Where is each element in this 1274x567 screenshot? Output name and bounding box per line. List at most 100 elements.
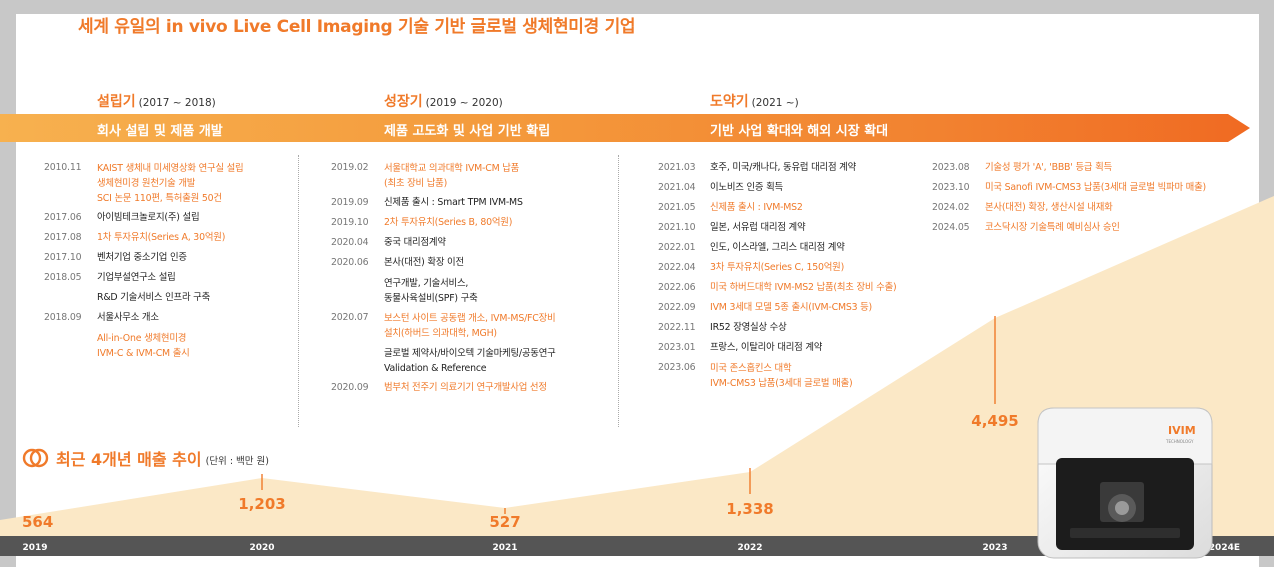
event-line: 신제품 출시 : Smart TPM IVM-MS [384,197,523,208]
event-text: IVM 3세대 모델 5종 출시(IVM-CMS3 등) [710,298,872,318]
event-text: All-in-One 생체현미경 IVM-C & IVM-CM 출시 [97,328,190,363]
event-date: 2018.09 [44,312,82,323]
event-text: R&D 기술서비스 인프라 구축 [97,288,210,308]
ivm-microscope-device-icon: IVIM TECHNOLOGY [1037,407,1213,559]
timeline-event: 2022.06 미국 하버드대학 IVM-MS2 납품(최초 장비 수출) [658,278,897,298]
event-text: 미국 존스홉킨스 대학 IVM-CMS3 납품(3세대 글로벌 매출) [710,358,853,393]
timeline-event: 2010.11 KAIST 생체내 미세영상화 연구실 설립 생체현미경 원천기술 … [44,158,244,208]
timeline-event: 2018.05 기업부설연구소 설립 [44,268,244,288]
timeline-column-3: 2021.03 호주, 미국/캐나다, 동유럽 대리점 계약 2021.04 이노비즈… [658,158,897,393]
event-text: 본사(대전) 확장 이전 [384,253,464,273]
event-text: 글로벌 제약사/바이오텍 기술마케팅/공동연구 Validation & Refe… [384,343,556,378]
timeline-event: 2021.04 이노비즈 인증 획득 [658,178,896,198]
event-text: 서울사무소 개소 [97,308,159,328]
timeline-event: 2024.05 코스닥시장 기술특례 예비심사 승인 [932,218,1206,238]
timeline-event: R&D 기술서비스 인프라 구축 [44,288,244,308]
event-date: 2023.06 [658,362,696,373]
event-line: 미국 존스홉킨스 대학 [710,363,792,374]
event-date [44,328,97,363]
event-line: 생체현미경 원천기술 개발 [97,178,196,189]
event-line: 기술성 평가 'A', 'BBB' 등급 획득 [985,162,1112,173]
band-text-founding: 회사 설립 및 제품 개발 [97,124,223,139]
event-text: 호주, 미국/캐나다, 동유럽 대리점 계약 [710,158,856,178]
event-line: 미국 Sanofi IVM-CMS3 납품(3세대 글로벌 빅파마 매출) [985,182,1206,193]
timeline-event: 2017.10 벤처기업 중소기업 인증 [44,248,244,268]
event-line: 코스닥시장 기술특례 예비심사 승인 [985,222,1120,233]
event-line: (최초 장비 납품) [384,178,448,189]
event-text: 신제품 출시 : IVM-MS2 [710,198,803,218]
phase-title-growth: 성장기 (2019 ~ 2020) [384,94,503,110]
event-date: 2019.09 [331,197,369,208]
sales-unit-text: (단위 : 백만 원) [205,455,269,467]
event-date: 2020.04 [331,237,369,248]
value-label: 1,203 [238,495,285,513]
value-label: 564 [22,513,53,531]
event-line: R&D 기술서비스 인프라 구축 [97,292,211,303]
event-date: 2022.04 [658,262,696,273]
event-date: 2024.02 [932,202,970,213]
timeline-event: 2017.08 1차 투자유치(Series A, 30억원) [44,228,244,248]
event-line: 일본, 서유럽 대리점 계약 [710,222,806,233]
event-date: 2022.09 [658,302,696,313]
event-text: 벤처기업 중소기업 인증 [97,248,187,268]
sales-title-text: 최근 4개년 매출 추이 [56,450,202,469]
event-text: 이노비즈 인증 획득 [710,178,783,198]
event-text: 아이빔테크놀로지(주) 설립 [97,208,200,228]
x-axis-year-label: 2023 [982,543,1007,553]
event-text: 서울대학교 의과대학 IVM-CM 납품 (최초 장비 납품) [384,158,519,193]
event-line: 동물사육설비(SPF) 구축 [384,293,478,304]
event-text: IR52 장영실상 수상 [710,318,787,338]
timeline-column-2: 2019.02 서울대학교 의과대학 IVM-CM 납품 (최초 장비 납품) 201… [331,158,556,398]
event-date: 2021.04 [658,182,696,193]
event-text: 미국 하버드대학 IVM-MS2 납품(최초 장비 수출) [710,278,897,298]
event-text: 프랑스, 이탈리아 대리점 계약 [710,338,822,358]
phase-title-leap: 도약기 (2021 ~) [710,94,799,110]
timeline-event: 2022.01 인도, 이스라엘, 그리스 대리점 계약 [658,238,896,258]
event-text: 기업부설연구소 설립 [97,268,176,288]
event-line: KAIST 생체내 미세영상화 연구실 설립 [97,163,244,174]
double-ring-icon [22,448,49,468]
event-line: 미국 하버드대학 IVM-MS2 납품(최초 장비 수출) [710,282,897,293]
value-label: 1,338 [726,500,773,518]
timeline-event: 2024.02 본사(대전) 확장, 생산시설 내재화 [932,198,1206,218]
column-divider [618,155,619,427]
event-date: 2023.08 [932,162,970,173]
band-text-leap: 기반 사업 확대와 해외 시장 확대 [710,124,889,139]
event-date: 2022.06 [658,282,696,293]
timeline-event: 2017.06 아이빔테크놀로지(주) 설립 [44,208,244,228]
event-line: 본사(대전) 확장 이전 [384,257,464,268]
event-date: 2024.05 [932,222,970,233]
event-date: 2018.05 [44,272,82,283]
event-line: 중국 대리점계약 [384,237,446,248]
value-label: 4,495 [971,412,1018,430]
event-line: IVM-CMS3 납품(3세대 글로벌 매출) [710,378,853,389]
event-line: 서울사무소 개소 [97,312,159,323]
event-date: 2022.01 [658,242,696,253]
event-date: 2021.10 [658,222,696,233]
event-date: 2023.10 [932,182,970,193]
timeline-event: 2022.09 IVM 3세대 모델 5종 출시(IVM-CMS3 등) [658,298,896,318]
event-text: 연구개발, 기술서비스, 동물사육설비(SPF) 구축 [384,273,478,308]
event-text: KAIST 생체내 미세영상화 연구실 설립 생체현미경 원천기술 개발 SCI 논… [97,158,244,208]
event-text: 중국 대리점계약 [384,233,446,253]
event-date: 2022.11 [658,322,696,333]
device-logo-text: IVIM [1168,424,1196,437]
event-date: 2017.10 [44,252,82,263]
event-line: All-in-One 생체현미경 [97,333,187,344]
event-date [44,288,97,308]
x-axis-year-label: 2019 [22,543,47,553]
event-line: 신제품 출시 : IVM-MS2 [710,202,803,213]
value-label: 527 [489,513,520,531]
x-axis-year-label: 2022 [737,543,762,553]
event-line: Validation & Reference [384,363,487,374]
event-text: 범부처 전주기 의료기기 연구개발사업 선정 [384,378,547,398]
timeline-event: 2023.01 프랑스, 이탈리아 대리점 계약 [658,338,896,358]
x-axis-year-label: 2020 [249,543,274,553]
timeline-event: 2022.04 3차 투자유치(Series C, 150억원) [658,258,896,278]
event-text: 본사(대전) 확장, 생산시설 내재화 [985,198,1113,218]
device-logo-sub: TECHNOLOGY [1165,439,1194,444]
event-line: 프랑스, 이탈리아 대리점 계약 [710,342,823,353]
event-line: 아이빔테크놀로지(주) 설립 [97,212,200,223]
event-line: 연구개발, 기술서비스, [384,278,469,289]
event-date [331,273,384,308]
